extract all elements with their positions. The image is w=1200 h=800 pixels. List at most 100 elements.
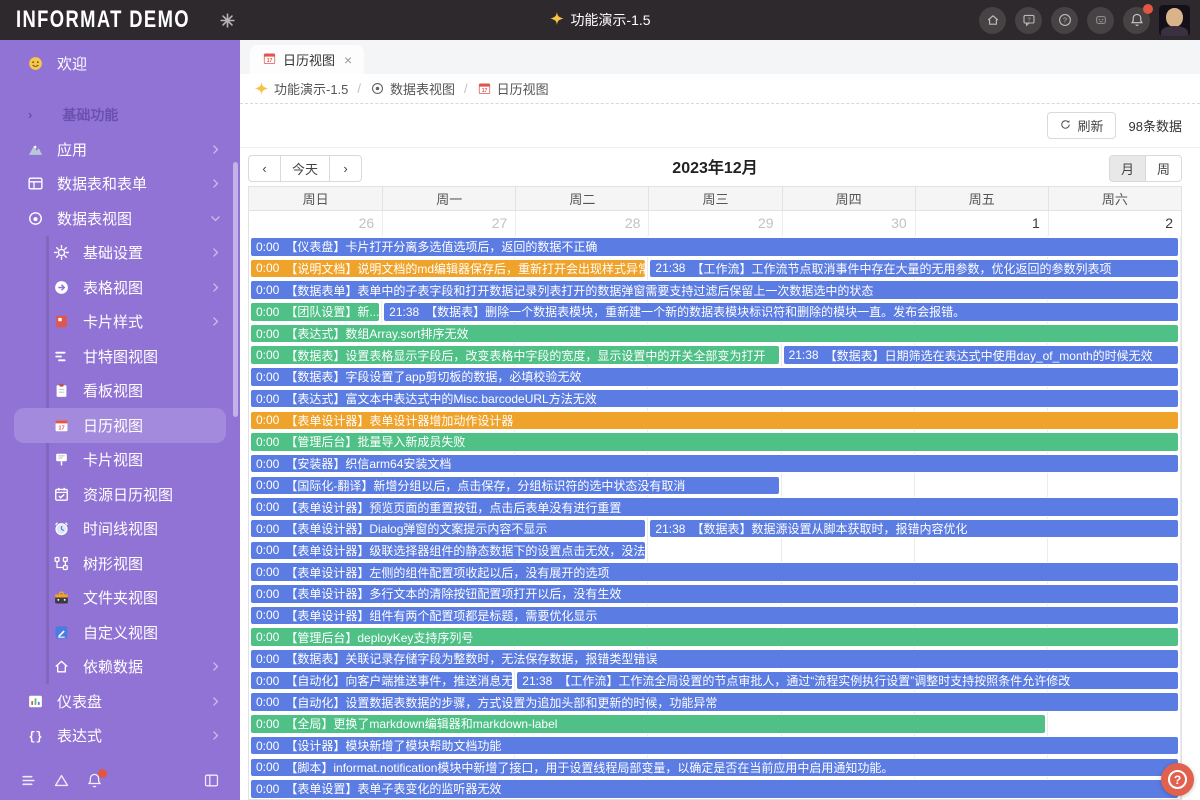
date-cell[interactable]: 1 xyxy=(915,211,1048,236)
event-bar[interactable]: 0:00【自动化】向客户端推送事件，推送消息无效 xyxy=(250,671,513,691)
event-title: 【安装器】织信arm64安装文档 xyxy=(285,455,451,472)
sidebar-item-tree-view[interactable]: 树形视图 xyxy=(0,546,240,581)
event-title: 【表单设置】表单子表变化的监听器无效 xyxy=(285,780,501,797)
event-bar[interactable]: 0:00【管理后台】批量导入新成员失败 xyxy=(250,432,1179,452)
event-bar[interactable]: 0:00【表达式】数组Array.sort排序无效 xyxy=(250,324,1179,344)
alerts-button[interactable] xyxy=(53,772,70,789)
sidebar-item-application[interactable]: 应用 xyxy=(0,132,240,167)
tab-calendar-view[interactable]: 17 日历视图 × xyxy=(250,45,364,74)
event-time: 21:38 xyxy=(655,522,685,536)
event-bar[interactable]: 0:00【全局】更换了markdown编辑器和markdown-label xyxy=(250,714,1046,734)
event-bar[interactable]: 0:00【表单设计器】组件有两个配置项都是标题，需要优化显示 xyxy=(250,606,1179,626)
today-button[interactable]: 今天 xyxy=(280,155,330,182)
event-time: 21:38 xyxy=(789,348,819,362)
event-bar[interactable]: 0:00【数据表单】表单中的子表字段和打开数据记录列表打开的数据弹窗需要支持过滤… xyxy=(250,280,1179,300)
event-bar[interactable]: 0:00【数据表】字段设置了app剪切板的数据，必填校验无效 xyxy=(250,367,1179,387)
event-bar[interactable]: 0:00【仪表盘】卡片打开分离多选值选项后，返回的数据不正确 xyxy=(250,237,1179,257)
sidebar-item-expression[interactable]: {}表达式 xyxy=(0,719,240,754)
event-title: 【数据表】日期筛选在表达式中使用day_of_month的时候无效 xyxy=(825,347,1153,364)
sidebar-item-card-style[interactable]: 卡片样式 xyxy=(0,305,240,340)
event-title: 【数据表】字段设置了app剪切板的数据，必填校验无效 xyxy=(285,368,581,385)
user-avatar[interactable] xyxy=(1159,5,1190,36)
event-bar[interactable]: 0:00【脚本】informat.notification模块中新增了接口，用于… xyxy=(250,758,1179,778)
event-time: 0:00 xyxy=(256,457,279,471)
sidebar-item-basic-functions[interactable]: ›基础功能 xyxy=(0,98,240,133)
event-title: 【国际化-翻译】新增分组以后，点击保存，分组标识符的选中状态没有取消 xyxy=(285,477,685,494)
event-bar[interactable]: 0:00【表单设计器】Dialog弹窗的文案提示内容不显示 xyxy=(250,519,646,539)
event-bar[interactable]: 0:00【表单设置】表单子表变化的监听器无效 xyxy=(250,779,1179,799)
home-button[interactable] xyxy=(979,7,1006,34)
sidebar-item-kanban-view[interactable]: 看板视图 xyxy=(0,374,240,409)
event-bar[interactable]: 21:38【数据表】删除一个数据表模块，重新建一个新的数据表模块标识符和删除的模… xyxy=(383,302,1179,322)
sidebar-item-label: 应用 xyxy=(57,139,87,160)
event-bar[interactable]: 0:00【说明文档】说明文档的md编辑器保存后，重新打开会出现样式异常 xyxy=(250,259,646,279)
sidebar-item-welcome[interactable]: 欢迎 xyxy=(0,46,240,81)
event-bar[interactable]: 0:00【表单设计器】多行文本的清除按钮配置项打开以后，没有生效 xyxy=(250,584,1179,604)
event-bar[interactable]: 0:00【设计器】模块新增了模块帮助文档功能 xyxy=(250,736,1179,756)
event-bar[interactable]: 0:00【表单设计器】左侧的组件配置项收起以后，没有展开的选项 xyxy=(250,562,1179,582)
breadcrumb: 功能演示-1.5/数据表视图/17日历视图 xyxy=(240,74,1200,104)
event-bar[interactable]: 0:00【国际化-翻译】新增分组以后，点击保存，分组标识符的选中状态没有取消 xyxy=(250,476,780,496)
events-area: 0:00【仪表盘】卡片打开分离多选值选项后，返回的数据不正确0:00【说明文档】… xyxy=(249,236,1181,799)
event-bar[interactable]: 0:00【表单设计器】预览页面的重置按钮，点击后表单没有进行重置 xyxy=(250,497,1179,517)
event-bar[interactable]: 0:00【管理后台】deployKey支持序列号 xyxy=(250,627,1179,647)
sidebar-item-gantt-view[interactable]: 甘特图视图 xyxy=(0,339,240,374)
month-mode-button[interactable]: 月 xyxy=(1109,155,1146,182)
tab-close-icon[interactable]: × xyxy=(344,52,352,68)
date-cell[interactable]: 28 xyxy=(515,211,648,236)
event-bar[interactable]: 0:00【表单设计器】级联选择器组件的静态数据下的设置点击无效，没法自己... xyxy=(250,541,646,561)
date-cell[interactable]: 2 xyxy=(1048,211,1181,236)
calendar-header: ‹ 今天 › 2023年12月 月 周 xyxy=(248,154,1182,186)
collapse-panel-button[interactable] xyxy=(203,772,220,789)
breadcrumb-item[interactable]: 数据表视图 xyxy=(370,79,455,98)
sidebar-item-card-view[interactable]: 卡片视图 xyxy=(0,443,240,478)
breadcrumb-item[interactable]: 功能演示-1.5 xyxy=(254,79,348,98)
date-cell[interactable]: 29 xyxy=(648,211,781,236)
notifications-button[interactable] xyxy=(1123,7,1150,34)
event-bar[interactable]: 0:00【表单设计器】表单设计器增加动作设计器 xyxy=(250,411,1179,431)
breadcrumb-item[interactable]: 17日历视图 xyxy=(477,79,549,98)
event-bar[interactable]: 0:00【数据表】关联记录存储字段为整数时，无法保存数据，报错类型错误 xyxy=(250,649,1179,669)
date-cell[interactable]: 30 xyxy=(782,211,915,236)
event-bar[interactable]: 0:00【团队设置】新... xyxy=(250,302,380,322)
sidebar-scrollbar[interactable] xyxy=(233,162,238,417)
refresh-button[interactable]: 刷新 xyxy=(1047,112,1116,139)
event-bar[interactable]: 0:00【数据表】设置表格显示字段后，改变表格中字段的宽度，显示设置中的开关全部… xyxy=(250,345,780,365)
sidebar-item-calendar-view[interactable]: 17日历视图 xyxy=(14,408,226,443)
help-button[interactable]: ? xyxy=(1051,7,1078,34)
help-fab-button[interactable]: ? xyxy=(1161,763,1194,796)
sidebar-item-dashboard[interactable]: 仪表盘 xyxy=(0,684,240,719)
event-bar[interactable]: 0:00 【安装器】织信arm64安装文档 xyxy=(250,454,1179,474)
event-bar[interactable]: 21:38 【数据表】数据源设置从脚本获取时，报错内容优化 xyxy=(649,519,1179,539)
feedback-button[interactable]: ? xyxy=(1015,7,1042,34)
event-bar[interactable]: 0:00【表达式】富文本中表达式中的Misc.barcodeURL方法无效 xyxy=(250,389,1179,409)
sidebar-item-timeline-view[interactable]: 时间线视图 xyxy=(0,512,240,547)
sidebar-item-tables-and-forms[interactable]: 数据表和表单 xyxy=(0,167,240,202)
event-time: 21:38 xyxy=(655,261,685,275)
assistant-button[interactable] xyxy=(1087,7,1114,34)
next-month-button[interactable]: › xyxy=(329,155,362,182)
notifications-button[interactable] xyxy=(86,772,103,789)
list-button[interactable] xyxy=(20,772,37,789)
event-bar[interactable]: 0:00【自动化】设置数据表数据的步骤，方式设置为追加头部和更新的时候，功能异常 xyxy=(250,692,1179,712)
prev-month-button[interactable]: ‹ xyxy=(248,155,281,182)
sidebar-item-folder-view[interactable]: 文件夹视图 xyxy=(0,581,240,616)
sidebar-item-dependent-data[interactable]: 依赖数据 xyxy=(0,650,240,685)
event-bar[interactable]: 21:38【工作流】工作流节点取消事件中存在大量的无用参数，优化返回的参数列表项 xyxy=(649,259,1179,279)
date-cell[interactable]: 26 xyxy=(249,211,382,236)
sidebar-item-table-views[interactable]: 数据表视图 xyxy=(0,201,240,236)
question-icon: ? xyxy=(1168,770,1187,789)
week-mode-button[interactable]: 周 xyxy=(1145,155,1182,182)
sidebar-item-custom-view[interactable]: 自定义视图 xyxy=(0,615,240,650)
event-time: 0:00 xyxy=(256,717,279,731)
sidebar-item-resource-calendar-view[interactable]: 资源日历视图 xyxy=(0,477,240,512)
date-cell[interactable]: 27 xyxy=(382,211,515,236)
event-bar[interactable]: 21:38【工作流】工作流全局设置的节点审批人，通过“流程实例执行设置”调整时支… xyxy=(516,671,1179,691)
event-title: 【数据表】数据源设置从脚本获取时，报错内容优化 xyxy=(691,520,967,537)
home-outline-icon xyxy=(52,658,70,676)
braces-icon: {} xyxy=(26,727,44,745)
sidebar-item-basic-settings[interactable]: 基础设置 xyxy=(0,236,240,271)
custom-icon xyxy=(52,623,70,641)
sidebar-item-grid-view[interactable]: 表格视图 xyxy=(0,270,240,305)
event-bar[interactable]: 21:38 【数据表】日期筛选在表达式中使用day_of_month的时候无效 xyxy=(783,345,1179,365)
